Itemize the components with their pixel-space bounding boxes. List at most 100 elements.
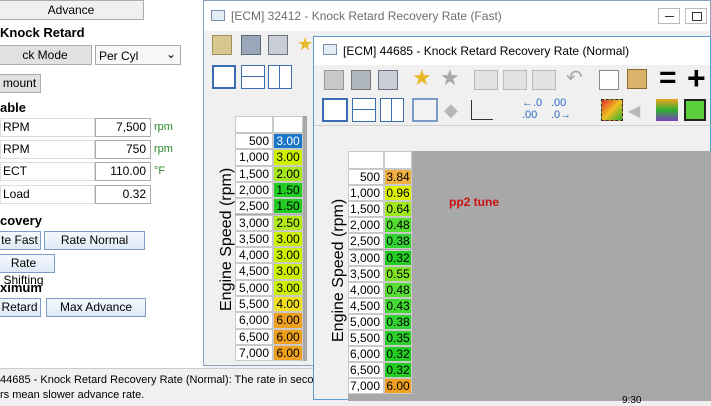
table-cell[interactable]: 1.50 bbox=[273, 181, 303, 199]
increase-decimal-icon[interactable]: .00.0→ bbox=[551, 97, 571, 121]
table-cell[interactable]: 3.00 bbox=[273, 133, 303, 150]
layout-single-icon[interactable] bbox=[212, 65, 236, 89]
table-cell[interactable]: 0.48 bbox=[384, 281, 412, 298]
max-rpm-field[interactable]: 7,500 bbox=[95, 118, 151, 137]
rpm-row-header: 4,000 bbox=[235, 247, 273, 264]
minimize-button[interactable] bbox=[658, 8, 680, 24]
knock-mode-select[interactable]: Per Cyl ⌄ bbox=[95, 45, 181, 65]
color-diamond-icon[interactable] bbox=[601, 99, 623, 121]
select-cell-icon[interactable] bbox=[684, 99, 706, 121]
rpm-row-header: 5,000 bbox=[348, 313, 384, 330]
maximize-button[interactable] bbox=[685, 8, 707, 24]
table-cell[interactable]: 0.48 bbox=[384, 217, 412, 234]
title-bar[interactable]: [ECM] 44685 - Knock Retard Recovery Rate… bbox=[314, 37, 710, 65]
step-back-icon[interactable]: ◀ bbox=[628, 101, 648, 121]
rpm-row-header: 5,000 bbox=[235, 279, 273, 296]
rpm-row-header: 5,500 bbox=[235, 296, 273, 313]
ect-field[interactable]: 110.00 bbox=[95, 162, 151, 181]
fahrenheit-unit: °F bbox=[154, 165, 166, 177]
ect-label: ECT bbox=[0, 162, 95, 181]
table-cell[interactable]: 1.50 bbox=[273, 198, 303, 215]
layout-horizontal-icon[interactable] bbox=[241, 65, 265, 89]
add-favorite-icon[interactable]: ★ bbox=[412, 67, 432, 89]
copy-icon[interactable] bbox=[599, 70, 619, 90]
open-icon[interactable] bbox=[324, 70, 344, 90]
table-view-icon[interactable] bbox=[474, 70, 498, 90]
save-icon[interactable] bbox=[241, 35, 261, 55]
tab-advance[interactable]: Advance bbox=[0, 0, 144, 20]
table-cell[interactable]: 3.00 bbox=[273, 149, 303, 166]
table-cell[interactable]: 2.00 bbox=[273, 165, 303, 182]
color-layers-icon[interactable] bbox=[656, 99, 678, 121]
min-rpm-field[interactable]: 750 bbox=[95, 140, 151, 159]
settings-panel: Advance Knock Retard ck Mode Per Cyl ⌄ m… bbox=[0, 0, 204, 403]
min-rpm-label: RPM bbox=[0, 118, 95, 137]
plus-icon[interactable]: + bbox=[687, 62, 711, 94]
clock-fragment: 9:30 bbox=[622, 395, 642, 406]
graph-icon[interactable] bbox=[471, 100, 493, 120]
decrease-decimal-icon[interactable]: ←.0.00 bbox=[522, 97, 542, 121]
table-cell[interactable]: 6.00 bbox=[273, 312, 303, 329]
table-cell[interactable]: 0.32 bbox=[384, 362, 412, 379]
rpm-row-header: 3,000 bbox=[235, 214, 273, 231]
table-cell[interactable]: 0.96 bbox=[384, 185, 412, 202]
table-cell[interactable]: 3.00 bbox=[273, 247, 303, 264]
fast-table: 500 3.00 1,000 3.00 1,500 2.00 2,000 1.50 2,500 1… bbox=[235, 116, 307, 362]
rpm-row-header: 6,500 bbox=[235, 328, 273, 345]
table-cell[interactable]: 6.00 bbox=[273, 344, 303, 362]
table-cell[interactable]: 0.43 bbox=[384, 297, 412, 314]
rpm-row-header: 1,000 bbox=[348, 185, 384, 202]
print-icon[interactable] bbox=[268, 35, 288, 55]
layout-single-icon[interactable] bbox=[322, 98, 348, 122]
rpm-row-header: 7,000 bbox=[348, 378, 384, 395]
table-cell[interactable]: 6.00 bbox=[273, 328, 303, 345]
toolbar-view: ◆ ←.0.00 .00.0→ ◀ bbox=[314, 95, 711, 125]
undo-icon[interactable]: ↶ bbox=[566, 68, 586, 88]
table-diff-icon[interactable] bbox=[532, 70, 556, 90]
remove-favorite-icon[interactable]: ★ bbox=[440, 67, 460, 89]
rpm-unit: rpm bbox=[154, 143, 173, 155]
table-compare-icon[interactable] bbox=[503, 70, 527, 90]
rpm-row-header: 2,000 bbox=[348, 217, 384, 234]
table-cell[interactable]: 4.00 bbox=[273, 296, 303, 313]
table-cell[interactable]: 0.38 bbox=[384, 313, 412, 330]
table-cell[interactable]: 0.35 bbox=[384, 330, 412, 347]
table-cell[interactable]: 3.00 bbox=[273, 230, 303, 248]
table-cell[interactable]: 0.38 bbox=[384, 233, 412, 250]
table-cell[interactable]: 3.00 bbox=[273, 263, 303, 280]
column-header-cell bbox=[384, 151, 412, 169]
paste-icon[interactable] bbox=[627, 69, 647, 89]
print-icon[interactable] bbox=[378, 70, 398, 90]
rate-shifting-button[interactable]: Rate Shifting bbox=[0, 254, 55, 287]
rpm-row-header: 3,500 bbox=[348, 265, 384, 282]
table-cell[interactable]: 0.64 bbox=[384, 201, 412, 218]
layout-horizontal-icon[interactable] bbox=[352, 98, 376, 122]
table-cell[interactable]: 6.00 bbox=[384, 378, 412, 395]
save-icon[interactable] bbox=[351, 70, 371, 90]
max-retard-button[interactable]: Retard bbox=[0, 298, 41, 317]
table-cell[interactable]: 0.55 bbox=[384, 265, 412, 282]
layout-vertical-icon[interactable] bbox=[380, 98, 404, 122]
table-cell[interactable]: 3.84 bbox=[384, 169, 412, 186]
layout-vertical-icon[interactable] bbox=[268, 65, 292, 89]
title-bar[interactable]: [ECM] 32412 - Knock Retard Recovery Rate… bbox=[204, 1, 710, 31]
table-cell[interactable]: 3.00 bbox=[273, 279, 303, 296]
amount-button[interactable]: mount bbox=[0, 74, 41, 93]
diamond-icon[interactable]: ◆ bbox=[444, 100, 464, 120]
table-cell[interactable]: 0.32 bbox=[384, 346, 412, 363]
window-recovery-normal: [ECM] 44685 - Knock Retard Recovery Rate… bbox=[313, 36, 711, 401]
rpm-row-header: 6,000 bbox=[348, 346, 384, 363]
max-advance-button[interactable]: Max Advance bbox=[46, 298, 146, 317]
table-grid-icon[interactable] bbox=[412, 98, 438, 122]
open-icon[interactable] bbox=[212, 35, 232, 55]
equals-icon[interactable]: = bbox=[659, 63, 683, 93]
rate-fast-button[interactable]: te Fast bbox=[0, 231, 41, 250]
load-field[interactable]: 0.32 bbox=[95, 185, 151, 204]
section-maximum: ximum bbox=[0, 280, 42, 295]
table-cell[interactable]: 2.50 bbox=[273, 214, 303, 231]
rpm-row-header: 5,500 bbox=[348, 330, 384, 347]
knock-mode-button[interactable]: ck Mode bbox=[0, 45, 92, 65]
rpm-row-header: 500 bbox=[348, 169, 384, 186]
table-cell[interactable]: 0.32 bbox=[384, 249, 412, 266]
rate-normal-button[interactable]: Rate Normal bbox=[44, 231, 145, 250]
